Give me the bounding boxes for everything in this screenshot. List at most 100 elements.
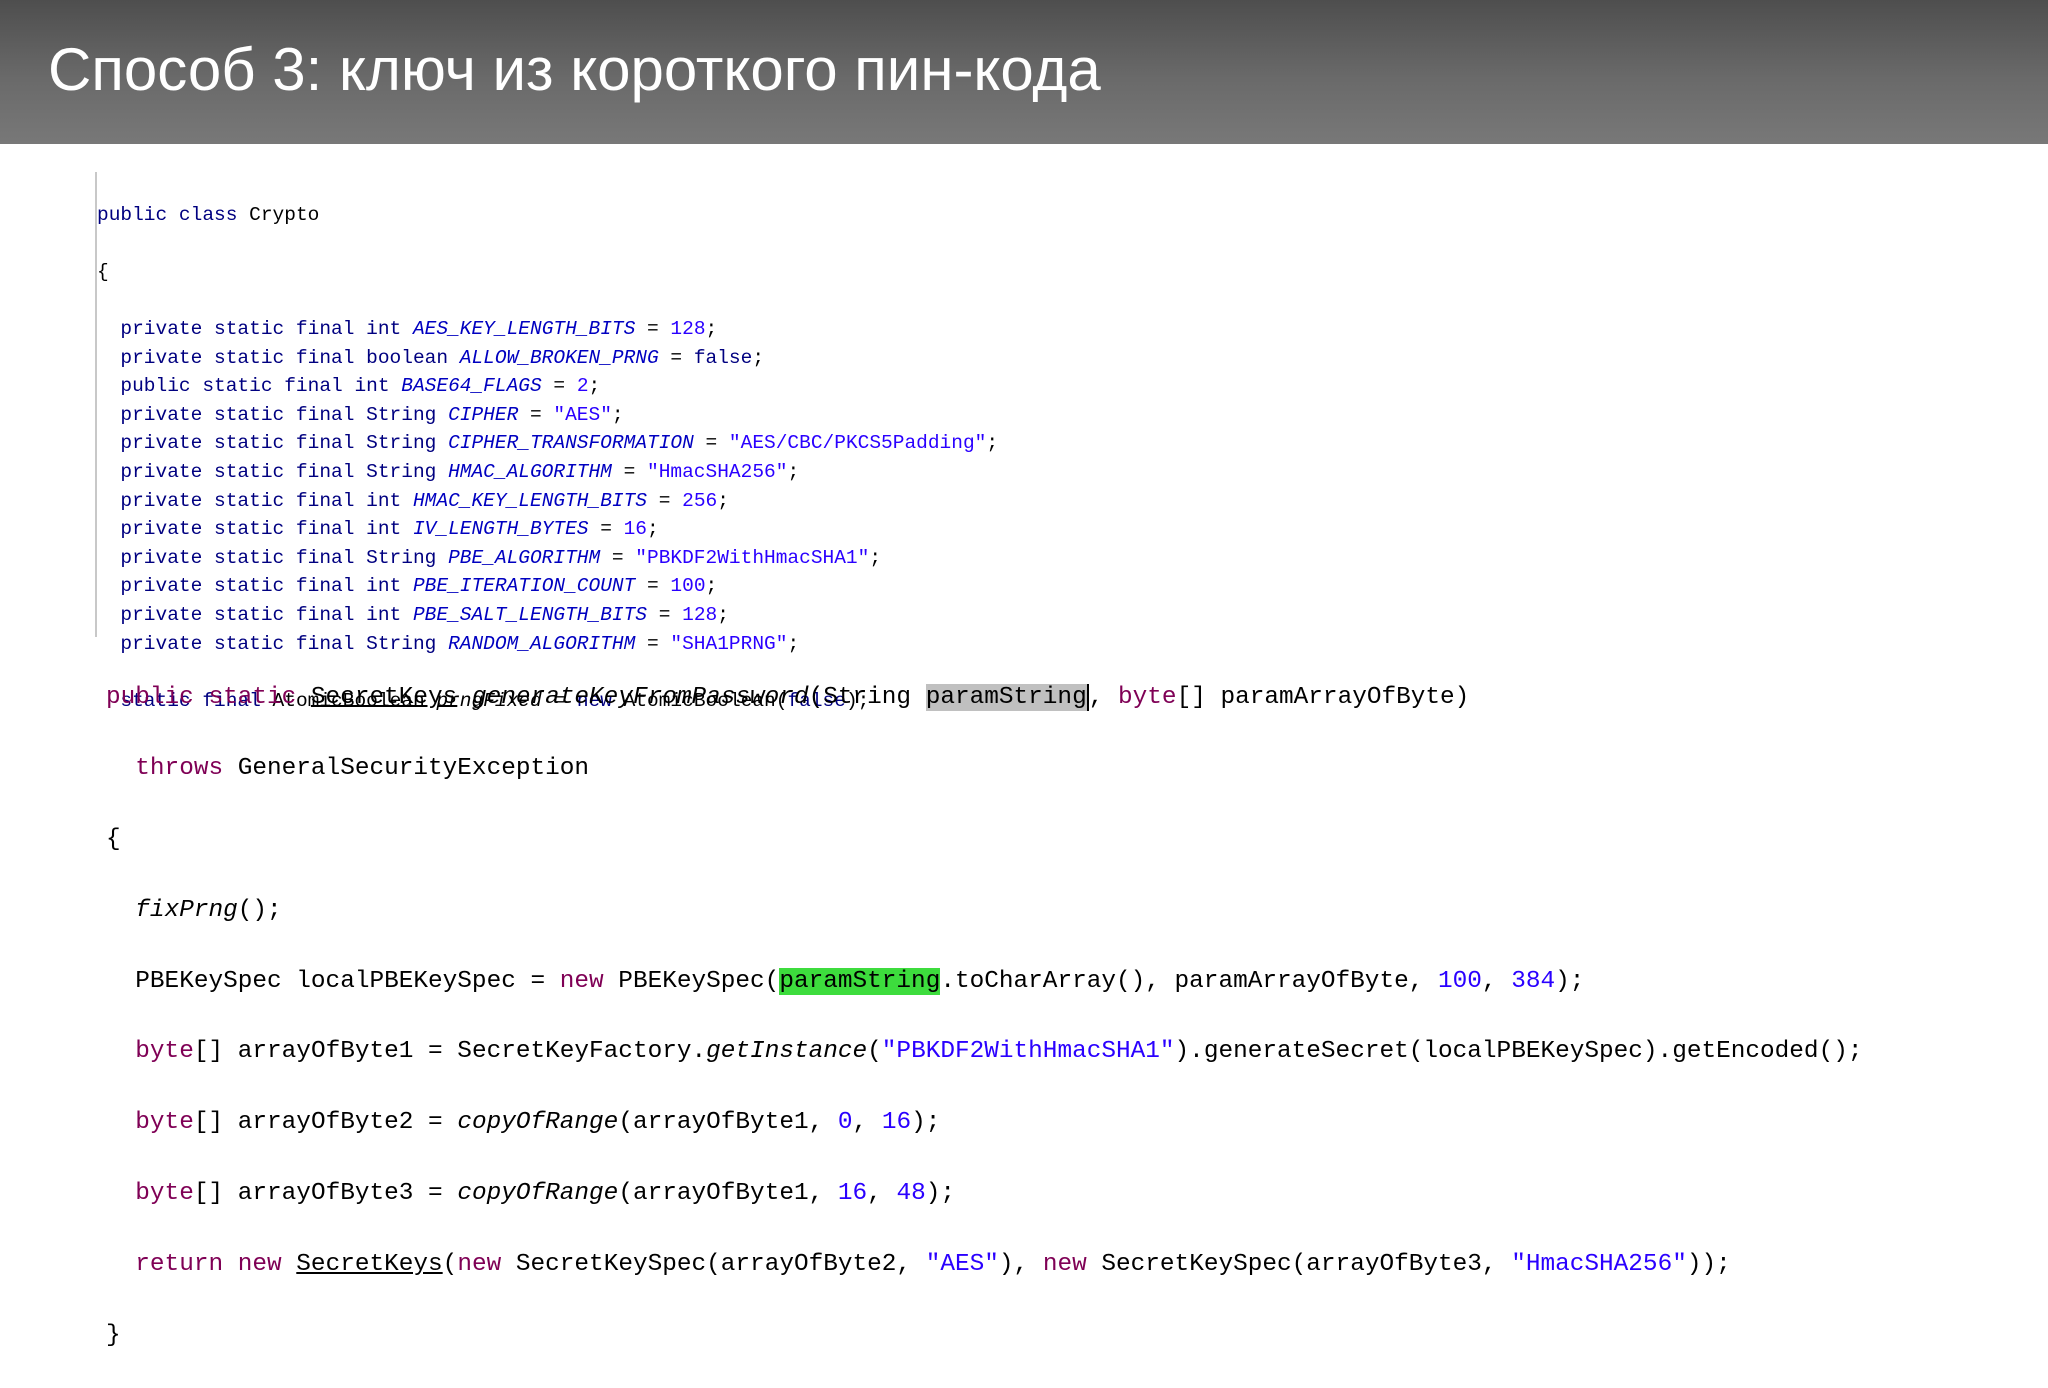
code-line: public class Crypto <box>97 201 1077 230</box>
code-value: 256 <box>682 489 718 512</box>
code-text: ); <box>1555 967 1585 995</box>
code-text: ; <box>647 518 659 541</box>
code-text: (String <box>808 684 926 712</box>
code-value: 128 <box>682 603 718 626</box>
code-text: ( <box>867 1038 882 1066</box>
code-value: "AES/CBC/PKCS5Padding" <box>728 432 987 455</box>
code-brace: { <box>97 260 109 283</box>
code-number: 384 <box>1511 967 1556 995</box>
code-line-field: private static final boolean ALLOW_BROKE… <box>97 344 1077 373</box>
code-text: [] paramArrayOfByte) <box>1176 684 1470 712</box>
code-text: [] arrayOfByte1 = SecretKeyFactory. <box>193 1038 707 1066</box>
code-line-throws: throws GeneralSecurityException <box>106 751 2006 786</box>
code-line-field: private static final String PBE_ALGORITH… <box>97 544 1077 573</box>
code-keyword: public class <box>97 203 238 226</box>
highlighted-param: paramString <box>925 684 1089 712</box>
code-text: = <box>647 603 683 626</box>
code-keyword: throws <box>135 755 224 783</box>
code-line-close: } <box>106 1318 2006 1353</box>
code-keyword: private static final int <box>120 317 402 340</box>
code-text: ; <box>752 346 765 369</box>
code-keyword: byte <box>135 1109 194 1137</box>
code-constant-name: AES_KEY_LENGTH_BITS <box>412 317 636 340</box>
code-keyword: private static final String <box>120 546 437 569</box>
code-keyword: private static final int <box>120 603 402 626</box>
code-keyword: private static final int <box>120 518 402 541</box>
code-line-bytes3: byte[] arrayOfByte3 = copyOfRange(arrayO… <box>106 1176 2006 1211</box>
code-text: , <box>1481 967 1512 995</box>
code-string: "PBKDF2WithHmacSHA1" <box>881 1038 1175 1066</box>
code-constant-name: PBE_ITERATION_COUNT <box>412 575 636 598</box>
highlighted-param-occurrence: paramString <box>779 967 941 995</box>
code-line: { <box>97 258 1077 287</box>
code-text: ); <box>925 1179 956 1207</box>
code-line-bytes1: byte[] arrayOfByte1 = SecretKeyFactory.g… <box>106 1034 2006 1069</box>
code-brace: { <box>106 826 121 853</box>
code-line-field: private static final String CIPHER = "AE… <box>97 401 1077 430</box>
code-keyword: private static final boolean <box>120 346 449 369</box>
code-number: 16 <box>881 1109 912 1137</box>
code-keyword: new <box>559 967 604 995</box>
code-line-bytes2: byte[] arrayOfByte2 = copyOfRange(arrayO… <box>106 1105 2006 1140</box>
code-brace: } <box>106 1321 121 1349</box>
code-method-name: copyOfRange <box>457 1109 619 1137</box>
code-line-field: private static final String CIPHER_TRANS… <box>97 429 1077 458</box>
code-line-field: private static final int AES_KEY_LENGTH_… <box>97 315 1077 344</box>
code-text: [] arrayOfByte2 = <box>193 1109 458 1137</box>
code-text: = <box>600 546 636 569</box>
code-text: ).generateSecret(localPBEKeySpec).getEnc… <box>1174 1038 1863 1066</box>
code-line-field: private static final int HMAC_KEY_LENGTH… <box>97 487 1077 516</box>
code-line-signature: public static SecretKeys generateKeyFrom… <box>106 680 2006 715</box>
slide-header: Способ 3: ключ из короткого пин-кода <box>0 0 2048 144</box>
code-keyword: byte <box>135 1179 194 1207</box>
code-text: ; <box>787 460 800 483</box>
code-text: ( <box>442 1250 458 1278</box>
code-keyword: private static final String <box>120 460 437 483</box>
code-value: 2 <box>576 375 589 398</box>
code-text: SecretKeySpec(arrayOfByte2, <box>501 1250 926 1278</box>
code-constant-name: PBE_ALGORITHM <box>448 546 601 569</box>
code-line-field: private static final int IV_LENGTH_BYTES… <box>97 515 1077 544</box>
code-snippet-method: public static SecretKeys generateKeyFrom… <box>106 645 2006 1388</box>
code-text: ; <box>869 546 882 569</box>
code-text: , <box>852 1109 882 1137</box>
code-text: (); <box>237 896 282 924</box>
code-text: = <box>588 518 624 541</box>
code-number: 16 <box>837 1179 868 1207</box>
code-text: = <box>635 575 671 598</box>
code-text: GeneralSecurityException <box>223 755 590 783</box>
code-keyword: private static final String <box>120 432 437 455</box>
code-keyword: public static final int <box>120 375 390 398</box>
code-text: = <box>658 346 694 369</box>
code-constant-name: ALLOW_BROKEN_PRNG <box>459 346 659 369</box>
code-value: 100 <box>670 575 706 598</box>
code-line-keyspec: PBEKeySpec localPBEKeySpec = new PBEKeyS… <box>106 964 2006 999</box>
code-keyword: new <box>457 1250 502 1278</box>
code-constant-name: BASE64_FLAGS <box>401 375 542 398</box>
code-keyword: return new <box>135 1250 282 1278</box>
code-constant-name: CIPHER_TRANSFORMATION <box>448 432 694 455</box>
code-method-name: generateKeyFromPassword <box>471 684 809 712</box>
code-line-field: private static final String HMAC_ALGORIT… <box>97 458 1077 487</box>
code-type-link: SecretKeys <box>310 684 458 712</box>
code-keyword: byte <box>135 1038 194 1066</box>
code-text: ); <box>911 1109 941 1137</box>
code-text: ; <box>986 432 999 455</box>
code-value: "PBKDF2WithHmacSHA1" <box>635 546 870 569</box>
code-snippet-class-fields: public class Crypto { private static fin… <box>95 172 1077 712</box>
code-number: 0 <box>837 1109 853 1137</box>
code-keyword: private static final int <box>120 575 402 598</box>
code-value: false <box>693 346 753 369</box>
code-constant-name: HMAC_KEY_LENGTH_BITS <box>412 489 648 512</box>
code-constant-name: HMAC_ALGORITHM <box>448 460 612 483</box>
code-constant-name: CIPHER <box>448 403 519 426</box>
